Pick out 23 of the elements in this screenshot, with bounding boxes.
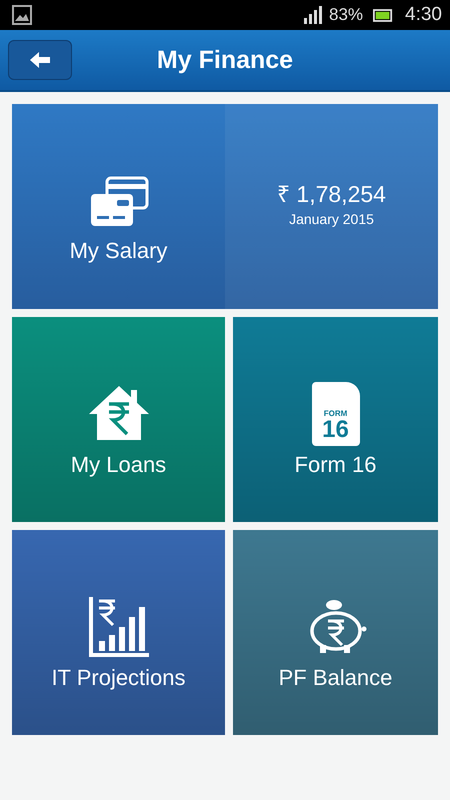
- menu-tile[interactable]: PF Balance: [233, 530, 438, 735]
- image-icon: [12, 5, 32, 25]
- tile-label: IT Projections: [51, 664, 186, 690]
- signal-icon: [302, 6, 323, 24]
- battery-percent: 83%: [328, 5, 364, 25]
- tile-label: My Loans: [70, 452, 166, 478]
- form-icon-text: 16: [322, 418, 349, 442]
- bar-chart-rupee-icon: [86, 594, 150, 658]
- menu-tile[interactable]: My Loans: [12, 317, 225, 522]
- tile-label: PF Balance: [278, 664, 392, 690]
- salary-tile[interactable]: My Salary ₹ 1,78,254 January 2015: [12, 104, 438, 309]
- form-icon-text: FORM: [324, 408, 348, 418]
- tile-label: Form 16: [294, 452, 376, 478]
- back-button[interactable]: [8, 40, 72, 80]
- clock: 4:30: [405, 4, 442, 26]
- back-arrow-icon: [28, 50, 52, 70]
- tile-label: My Salary: [70, 238, 168, 264]
- salary-amount: ₹ 1,78,254: [277, 180, 386, 208]
- screen-title: My Finance: [156, 46, 294, 74]
- salary-period: January 2015: [289, 210, 374, 226]
- menu-tile[interactable]: IT Projections: [12, 530, 225, 735]
- menu-tile[interactable]: FORM 16 Form 16: [233, 317, 438, 522]
- battery-icon: [373, 8, 394, 22]
